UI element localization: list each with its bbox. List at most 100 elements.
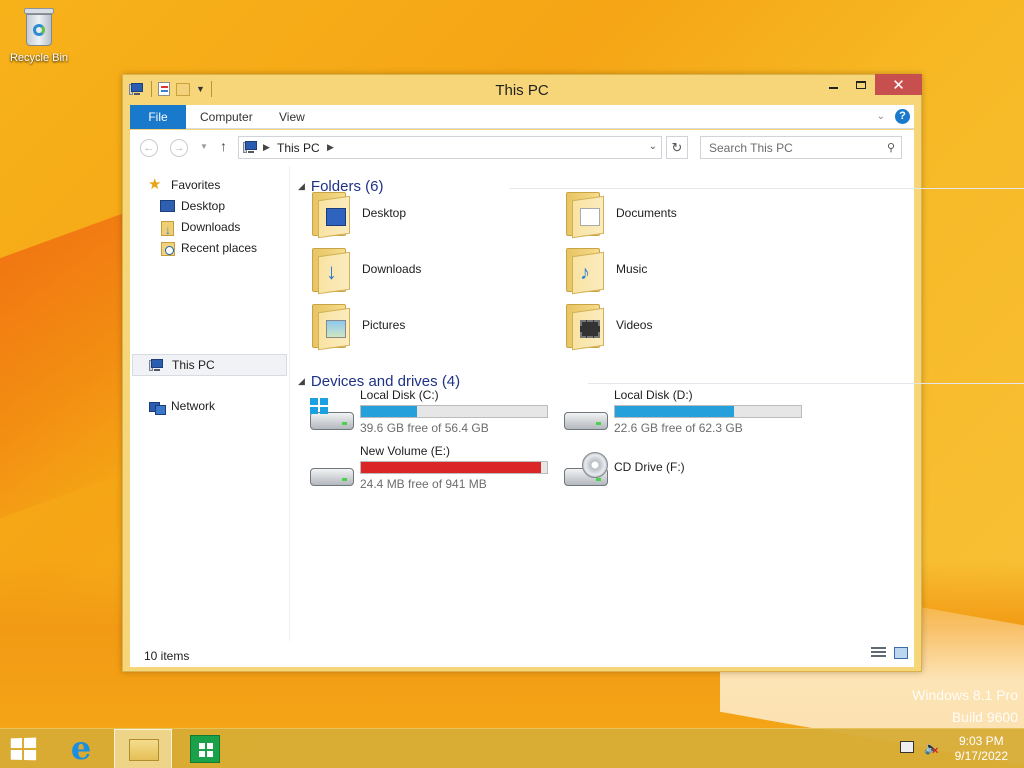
clock[interactable]: 9:03 PM 9/17/2022 xyxy=(955,734,1008,764)
network-status-icon[interactable] xyxy=(900,741,914,753)
folder-label: Documents xyxy=(616,206,677,220)
drive-usage-fill xyxy=(615,406,735,417)
nav-item-favorites[interactable]: ★ Favorites xyxy=(130,175,288,197)
folder-label: Desktop xyxy=(362,206,407,220)
maximize-button[interactable] xyxy=(847,74,875,95)
collapse-triangle-icon[interactable]: ◢ xyxy=(298,181,305,191)
refresh-button[interactable]: ↻ xyxy=(666,136,688,159)
clock-time: 9:03 PM xyxy=(958,734,1004,748)
drive-c[interactable]: Local Disk (C:) 39.6 GB free of 56.4 GB xyxy=(308,388,562,440)
taskbar: e 🔈 9:03 PM 9/17/2022 xyxy=(0,728,1024,768)
drive-free-space: 22.6 GB free of 62.3 GB xyxy=(614,421,743,435)
drive-f[interactable]: CD Drive (F:) xyxy=(562,444,816,496)
nav-item-desktop[interactable]: Desktop xyxy=(130,196,288,218)
back-button[interactable]: ← xyxy=(140,139,158,157)
drive-name: CD Drive (F:) xyxy=(614,460,685,474)
start-button[interactable] xyxy=(10,737,39,763)
recycle-bin-label: Recycle Bin xyxy=(9,52,69,64)
up-button[interactable]: ↑ xyxy=(220,138,227,154)
folder-pictures[interactable]: Pictures xyxy=(310,300,560,352)
folder-desktop[interactable]: Desktop xyxy=(310,188,560,240)
address-dropdown-icon[interactable]: ⌄ xyxy=(649,141,657,152)
minimize-icon xyxy=(828,86,838,89)
maximize-icon xyxy=(856,80,866,89)
help-icon[interactable]: ? xyxy=(895,109,910,124)
minimize-button[interactable] xyxy=(819,74,847,95)
window-controls: ✕ xyxy=(819,74,922,95)
status-bar: 10 items xyxy=(130,641,914,667)
title-bar[interactable]: ▼ This PC ✕ xyxy=(123,74,922,105)
tab-computer[interactable]: Computer xyxy=(200,105,253,129)
desktop-icon xyxy=(160,200,175,212)
recent-places-icon xyxy=(161,242,175,256)
volume-muted-icon[interactable]: 🔈 xyxy=(924,741,939,757)
drive-d[interactable]: Local Disk (D:) 22.6 GB free of 62.3 GB xyxy=(562,388,816,440)
view-switcher xyxy=(871,647,908,659)
desktop-icon-recycle-bin[interactable]: Recycle Bin xyxy=(6,6,72,64)
downloads-icon xyxy=(161,220,174,241)
breadcrumb-this-pc[interactable]: This PC xyxy=(277,141,320,155)
drive-usage-bar xyxy=(360,461,548,474)
search-input[interactable] xyxy=(701,137,871,158)
folder-documents[interactable]: Documents xyxy=(564,188,814,240)
folder-pictures-icon xyxy=(310,300,350,351)
group-divider xyxy=(588,383,1024,384)
address-bar[interactable]: ▶ This PC ▶ ⌄ xyxy=(238,136,662,159)
drive-free-space: 39.6 GB free of 56.4 GB xyxy=(360,421,489,435)
drive-name: Local Disk (C:) xyxy=(360,388,439,402)
nav-item-label: This PC xyxy=(172,358,215,372)
navigation-pane: ★ Favorites Desktop Downloads Recent pla… xyxy=(130,166,290,641)
breadcrumb-arrow-icon[interactable]: ▶ xyxy=(263,142,270,153)
ribbon-right-controls: ⌄ ? xyxy=(877,109,910,124)
recycle-bin-icon xyxy=(22,6,56,48)
nav-item-label: Recent places xyxy=(181,241,258,255)
collapse-triangle-icon[interactable]: ◢ xyxy=(298,376,305,386)
folder-videos[interactable]: Videos xyxy=(564,300,814,352)
os-watermark: Windows 8.1 Pro Build 9600 xyxy=(912,684,1018,728)
store-icon[interactable] xyxy=(190,735,220,763)
nav-item-label: Downloads xyxy=(181,220,241,234)
folder-videos-icon xyxy=(564,300,604,351)
details-view-icon[interactable] xyxy=(871,647,886,659)
drive-e[interactable]: New Volume (E:) 24.4 MB free of 941 MB xyxy=(308,444,562,496)
hard-drive-icon xyxy=(308,454,356,490)
search-icon[interactable]: ⚲ xyxy=(887,141,895,154)
close-button[interactable]: ✕ xyxy=(875,74,922,95)
network-icon xyxy=(149,400,166,415)
drive-usage-bar xyxy=(614,405,802,418)
drive-usage-bar xyxy=(360,405,548,418)
nav-item-network[interactable]: Network xyxy=(130,396,288,418)
folder-desktop-icon xyxy=(310,188,350,239)
nav-item-this-pc[interactable]: This PC xyxy=(132,354,287,376)
internet-explorer-icon[interactable]: e xyxy=(64,732,98,766)
clock-date: 9/17/2022 xyxy=(954,749,1008,763)
star-icon: ★ xyxy=(148,176,162,193)
file-explorer-taskbar-button[interactable] xyxy=(114,729,172,768)
cd-drive-icon xyxy=(562,452,610,490)
search-box: ⚲ xyxy=(700,136,902,159)
breadcrumb-arrow-icon[interactable]: ▶ xyxy=(327,142,334,153)
file-explorer-icon xyxy=(129,739,159,761)
nav-item-downloads[interactable]: Downloads xyxy=(130,217,288,241)
hard-drive-icon xyxy=(562,398,610,434)
folder-downloads[interactable]: ↓ Downloads xyxy=(310,244,560,296)
folder-label: Videos xyxy=(616,318,653,332)
explorer-body: ★ Favorites Desktop Downloads Recent pla… xyxy=(130,166,1024,641)
this-pc-icon xyxy=(243,141,259,154)
tab-view[interactable]: View xyxy=(279,105,305,129)
content-pane: ◢ Folders (6) Desktop Documents ↓ Downloa… xyxy=(292,166,1024,641)
nav-item-label: Favorites xyxy=(171,178,221,192)
expand-ribbon-chevron-icon[interactable]: ⌄ xyxy=(877,111,885,122)
folder-label: Pictures xyxy=(362,318,406,332)
nav-item-recent-places[interactable]: Recent places xyxy=(130,238,288,260)
item-count: 10 items xyxy=(144,649,190,663)
explorer-window: ▼ This PC ✕ File Computer View ⌄ ? ← → ▼… xyxy=(122,74,1024,672)
folder-music[interactable]: ♪ Music xyxy=(564,244,814,296)
forward-button[interactable]: → xyxy=(170,139,188,157)
close-icon: ✕ xyxy=(892,76,905,94)
large-icons-view-icon[interactable] xyxy=(894,647,908,659)
folder-label: Downloads xyxy=(362,262,422,276)
tab-file[interactable]: File xyxy=(130,105,186,129)
drive-name: Local Disk (D:) xyxy=(614,388,693,402)
recent-locations-dropdown[interactable]: ▼ xyxy=(200,142,208,151)
